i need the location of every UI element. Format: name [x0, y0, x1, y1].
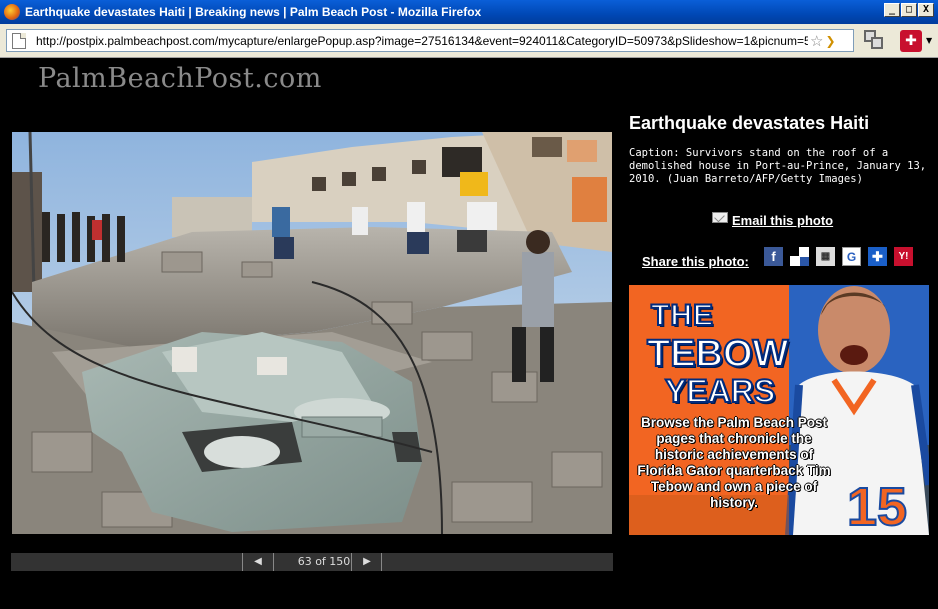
jersey-number: 15	[847, 477, 907, 535]
previous-photo-button[interactable]: ◀	[243, 553, 273, 571]
page-icon	[12, 32, 26, 49]
photo-caption: Caption: Survivors stand on the roof of …	[629, 147, 927, 185]
email-photo-link[interactable]: Email this photo	[712, 212, 833, 228]
navigation-toolbar: http://postpix.palmbeachpost.com/mycaptu…	[0, 24, 938, 58]
chevron-down-icon[interactable]: ▼	[926, 36, 932, 45]
url-text[interactable]: http://postpix.palmbeachpost.com/mycaptu…	[36, 34, 808, 48]
tebow-years-ad[interactable]: 15 THE TEBOW YEARS Browse the Palm Beach…	[629, 285, 929, 535]
facebook-icon[interactable]: f	[764, 247, 783, 266]
addon-icon[interactable]: ✚	[900, 30, 922, 52]
yahoo-icon[interactable]: Y!	[894, 247, 913, 266]
page-content: PalmBeachPost.com ◀ 63 of 150 ▶ Earthqua…	[0, 59, 938, 609]
window-list-icon[interactable]	[864, 30, 886, 52]
share-photo-label: Share this photo:	[642, 254, 749, 269]
ad-title-tebow: TEBOW	[646, 332, 789, 376]
minimize-button[interactable]: _	[884, 3, 900, 17]
ad-title-the: THE	[650, 298, 714, 333]
bookmark-star-icon[interactable]: ☆	[810, 32, 823, 50]
window-controls: _ □ X	[884, 3, 934, 17]
myspace-icon[interactable]: ✚	[868, 247, 887, 266]
window-titlebar: Earthquake devastates Haiti | Breaking n…	[0, 0, 938, 24]
envelope-icon	[712, 212, 728, 223]
maximize-button[interactable]: □	[901, 3, 917, 17]
window-title: Earthquake devastates Haiti | Breaking n…	[25, 5, 482, 19]
share-icons: f ▦ G ✚ Y!	[764, 247, 913, 266]
next-photo-button[interactable]: ▶	[352, 553, 382, 571]
google-icon[interactable]: G	[842, 247, 861, 266]
slideshow-navigation: ◀ 63 of 150 ▶	[11, 553, 613, 571]
go-arrow-icon[interactable]: ❯	[825, 34, 835, 48]
main-photo	[12, 132, 612, 534]
ad-title-years: YEARS	[664, 372, 776, 410]
address-bar[interactable]: http://postpix.palmbeachpost.com/mycaptu…	[6, 29, 854, 52]
photo-headline: Earthquake devastates Haiti	[629, 113, 870, 133]
site-logo[interactable]: PalmBeachPost.com	[38, 63, 322, 94]
close-button[interactable]: X	[918, 3, 934, 17]
ad-body-text: Browse the Palm Beach Post pages that ch…	[637, 415, 831, 510]
firefox-icon	[4, 4, 20, 20]
digg-icon[interactable]	[790, 247, 809, 266]
delicious-icon[interactable]: ▦	[816, 247, 835, 266]
email-photo-label[interactable]: Email this photo	[732, 213, 833, 228]
